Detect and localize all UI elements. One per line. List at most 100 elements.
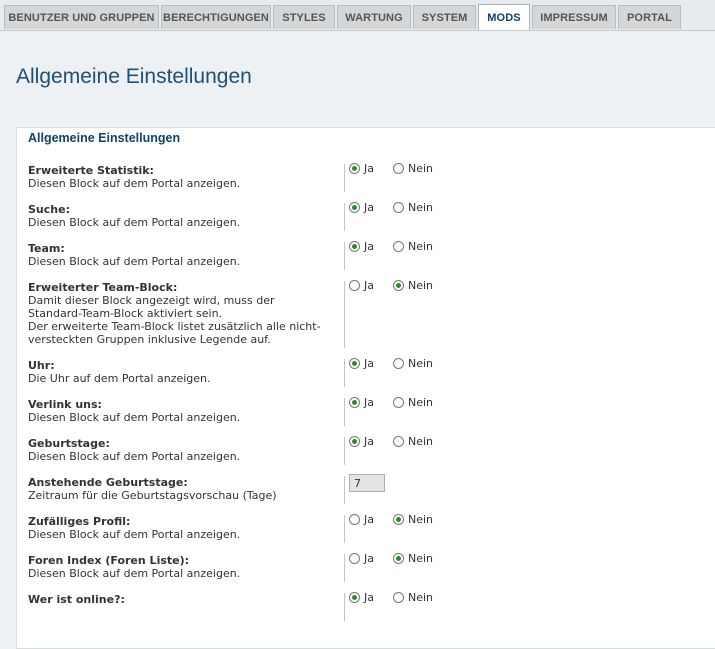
radio-label: Ja (364, 435, 374, 448)
column-divider (344, 242, 345, 270)
column-divider (344, 593, 345, 621)
radio-unselected-icon[interactable] (393, 436, 404, 447)
setting-description: Diesen Block auf dem Portal anzeigen. (28, 177, 241, 190)
tab-styles[interactable]: STYLES (273, 5, 335, 29)
radio-selected-icon[interactable] (349, 202, 360, 213)
radio-selected-icon[interactable] (393, 514, 404, 525)
setting-label: Geburtstage: Diesen Block auf dem Portal… (28, 437, 338, 463)
radio-no[interactable]: Nein (393, 201, 433, 214)
radio-label: Nein (408, 591, 434, 604)
radio-label: Ja (364, 279, 374, 292)
setting-title: Zufälliges Profil: (28, 515, 131, 528)
setting-description: Die Uhr auf dem Portal anzeigen. (28, 372, 211, 385)
radio-unselected-icon[interactable] (349, 514, 360, 525)
radio-label: Ja (364, 513, 374, 526)
setting-label: Verlink uns: Diesen Block auf dem Portal… (28, 398, 338, 424)
setting-description-line: Standard-Team-Block aktiviert sein. (28, 307, 223, 320)
main-content: Allgemeine Einstellungen Allgemeine Eins… (0, 31, 715, 649)
radio-unselected-icon[interactable] (393, 202, 404, 213)
column-divider (344, 281, 345, 348)
setting-label: Erweiterter Team-Block: Damit dieser Blo… (28, 281, 338, 346)
radio-unselected-icon[interactable] (349, 280, 360, 291)
radio-no[interactable]: Nein (393, 279, 433, 292)
radio-yes[interactable]: Ja (349, 279, 374, 292)
radio-no[interactable]: Nein (393, 435, 433, 448)
radio-selected-icon[interactable] (349, 397, 360, 408)
tab-mods[interactable]: MODS (478, 4, 530, 30)
setting-title: Suche: (28, 203, 70, 216)
radio-no[interactable]: Nein (393, 240, 433, 253)
radio-label: Nein (408, 513, 434, 526)
radio-unselected-icon[interactable] (393, 163, 404, 174)
radio-no[interactable]: Nein (393, 591, 433, 604)
radio-yes[interactable]: Ja (349, 162, 374, 175)
setting-description-line: versteckten Gruppen inklusive Legende au… (28, 333, 271, 346)
radio-unselected-icon[interactable] (393, 358, 404, 369)
radio-label: Ja (364, 201, 374, 214)
column-divider (344, 359, 345, 387)
radio-yes[interactable]: Ja (349, 240, 374, 253)
tab-wartung[interactable]: WARTUNG (337, 5, 411, 29)
setting-label: Wer ist online?: (28, 593, 338, 606)
radio-yes[interactable]: Ja (349, 201, 374, 214)
setting-title: Geburtstage: (28, 437, 110, 450)
radio-label: Ja (364, 357, 374, 370)
tab-impressum[interactable]: IMPRESSUM (532, 5, 616, 29)
radio-yes[interactable]: Ja (349, 435, 374, 448)
setting-description: Diesen Block auf dem Portal anzeigen. (28, 411, 241, 424)
radio-label: Nein (408, 357, 434, 370)
radio-selected-icon[interactable] (349, 436, 360, 447)
radio-selected-icon[interactable] (349, 592, 360, 603)
radio-no[interactable]: Nein (393, 162, 433, 175)
radio-yes[interactable]: Ja (349, 513, 374, 526)
tab-system[interactable]: SYSTEM (413, 5, 476, 29)
fieldset-legend: Allgemeine Einstellungen (28, 131, 181, 145)
column-divider (344, 554, 345, 582)
radio-unselected-icon[interactable] (393, 241, 404, 252)
setting-description: Diesen Block auf dem Portal anzeigen. (28, 216, 241, 229)
radio-label: Ja (364, 162, 374, 175)
setting-title: Foren Index (Foren Liste): (28, 554, 190, 567)
radio-yes[interactable]: Ja (349, 552, 374, 565)
column-divider (344, 476, 345, 504)
radio-unselected-icon[interactable] (349, 553, 360, 564)
radio-yes[interactable]: Ja (349, 357, 374, 370)
column-divider (344, 515, 345, 543)
radio-selected-icon[interactable] (393, 553, 404, 564)
radio-label: Ja (364, 240, 374, 253)
page-title: Allgemeine Einstellungen (16, 65, 252, 88)
setting-label: Team: Diesen Block auf dem Portal anzeig… (28, 242, 338, 268)
radio-yes[interactable]: Ja (349, 591, 374, 604)
setting-description-line: Damit dieser Block angezeigt wird, muss … (28, 294, 275, 307)
birthday-days-input[interactable] (349, 474, 385, 492)
radio-label: Nein (408, 162, 434, 175)
setting-title: Erweiterte Statistik: (28, 164, 154, 177)
radio-label: Nein (408, 201, 434, 214)
setting-label: Zufälliges Profil: Diesen Block auf dem … (28, 515, 338, 541)
radio-no[interactable]: Nein (393, 357, 433, 370)
setting-label: Erweiterte Statistik: Diesen Block auf d… (28, 164, 338, 190)
tab-portal[interactable]: PORTAL (618, 5, 681, 29)
setting-label: Foren Index (Foren Liste): Diesen Block … (28, 554, 338, 580)
radio-yes[interactable]: Ja (349, 396, 374, 409)
radio-no[interactable]: Nein (393, 552, 433, 565)
setting-description: Diesen Block auf dem Portal anzeigen. (28, 450, 241, 463)
radio-label: Ja (364, 552, 374, 565)
radio-no[interactable]: Nein (393, 396, 433, 409)
radio-selected-icon[interactable] (349, 163, 360, 174)
radio-unselected-icon[interactable] (393, 397, 404, 408)
radio-label: Nein (408, 240, 434, 253)
setting-title: Team: (28, 242, 65, 255)
setting-title: Uhr: (28, 359, 55, 372)
settings-fieldset: Allgemeine Einstellungen Erweiterte Stat… (16, 127, 715, 649)
radio-unselected-icon[interactable] (393, 592, 404, 603)
radio-selected-icon[interactable] (349, 241, 360, 252)
tab-berechtigungen[interactable]: BERECHTIGUNGEN (161, 5, 271, 29)
radio-label: Nein (408, 552, 434, 565)
radio-selected-icon[interactable] (393, 280, 404, 291)
radio-no[interactable]: Nein (393, 513, 433, 526)
setting-label: Uhr: Die Uhr auf dem Portal anzeigen. (28, 359, 338, 385)
radio-label: Nein (408, 435, 434, 448)
tab-benutzer-und-gruppen[interactable]: BENUTZER UND GRUPPEN (4, 5, 159, 29)
radio-selected-icon[interactable] (349, 358, 360, 369)
